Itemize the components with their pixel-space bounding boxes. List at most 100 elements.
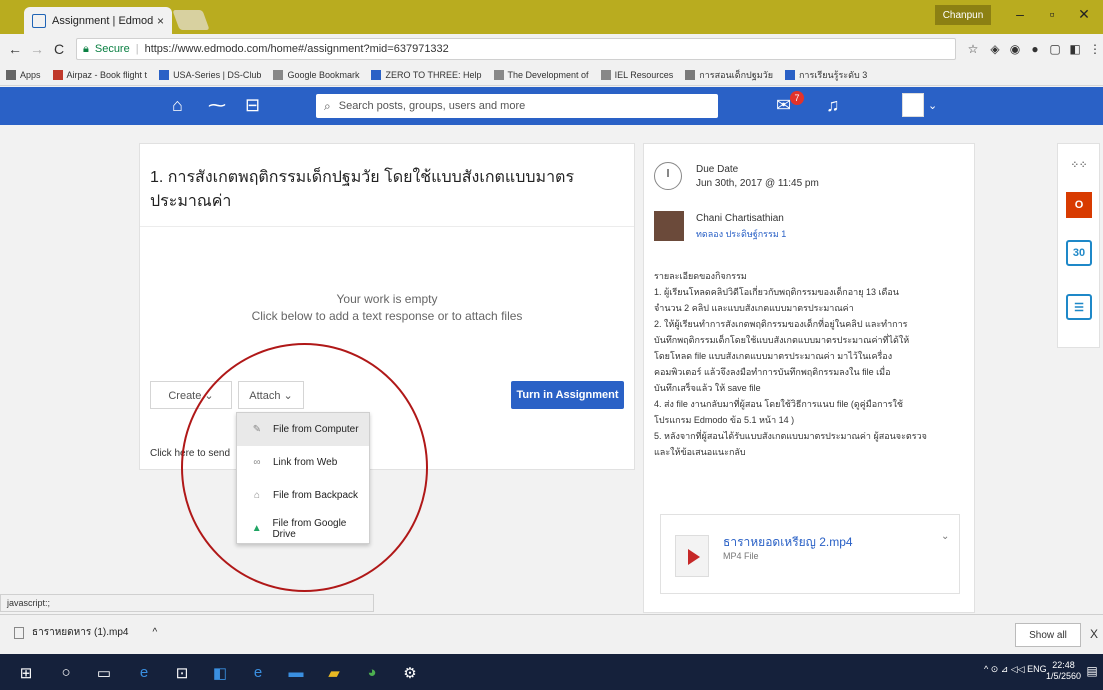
attach-menu-item[interactable]: ⌂ File from Backpack <box>237 479 369 512</box>
google-drive-icon: ▲ <box>251 523 262 534</box>
extension-icon[interactable]: ▢ <box>1048 42 1062 56</box>
attach-menu-item[interactable]: ▲ File from Google Drive <box>237 512 369 545</box>
bookmark-item[interactable]: USA-Series | DS-Club <box>159 69 261 80</box>
bookmark-item[interactable]: การสอนเด็กปฐมวัย <box>685 68 773 82</box>
bookmark-item[interactable]: The Development of <box>493 69 589 80</box>
office-icon[interactable]: O <box>1066 192 1092 218</box>
progress-icon[interactable]: ⁓ <box>208 95 226 116</box>
app-shortcuts: ⁘⁘ O 30 ☰ <box>1057 143 1100 348</box>
paperclip-icon: ✎ <box>252 424 262 435</box>
store-icon[interactable]: ⊡ <box>172 664 192 682</box>
show-all-button[interactable]: Show all <box>1015 623 1081 647</box>
tab-title: Assignment | Edmodo <box>52 14 153 27</box>
bookmark-favicon-icon <box>371 69 382 80</box>
notifications-icon[interactable]: ▤ <box>1082 664 1102 678</box>
bookmark-item[interactable]: การเรียนรู้ระดับ 3 <box>784 68 868 82</box>
close-downloads-icon[interactable]: X <box>1090 627 1098 641</box>
attach-menu-item[interactable]: ✎ File from Computer <box>237 413 369 446</box>
lock-icon: 🔒︎ <box>83 42 89 55</box>
download-filename: ธาราหยดหาร (1).mp4 <box>32 627 129 638</box>
quiz-icon[interactable]: ☰ <box>1066 294 1092 320</box>
bookmark-apps[interactable]: Apps <box>6 69 41 80</box>
user-avatar[interactable] <box>902 93 924 117</box>
browser-tab[interactable]: Assignment | Edmodo × <box>24 7 172 34</box>
bookmark-item[interactable]: Google Bookmark <box>273 69 359 80</box>
teacher-name[interactable]: Chani Chartisathian <box>696 213 784 224</box>
chrome-menu-icon[interactable]: ⋮ <box>1088 42 1102 56</box>
task-view-icon[interactable]: ▭ <box>94 664 114 682</box>
assignment-details-card: Due Date Jun 30th, 2017 @ 11:45 pm Chani… <box>643 143 975 613</box>
description-line: 1. ผู้เรียนโหลดคลิปวิดีโอเกี่ยวกับพฤติกร… <box>654 287 899 297</box>
attach-menu-item[interactable]: ∞ Link from Web <box>237 446 369 479</box>
system-tray[interactable]: ^ ⊙ ⊿ ◁◁ ENG <box>984 664 1047 675</box>
attach-menu-label: Link from Web <box>273 457 338 468</box>
bookmark-label: การสอนเด็กปฐมวัย <box>699 69 773 80</box>
description-line: และให้ข้อเสนอแนะกลับ <box>654 447 746 457</box>
bookmark-item[interactable]: ZERO TO THREE: Help <box>371 69 482 80</box>
turn-in-button[interactable]: Turn in Assignment <box>511 381 624 409</box>
edmodo-favicon-icon <box>32 13 46 28</box>
home-icon[interactable]: ⌂ <box>172 95 183 116</box>
back-icon[interactable]: ← <box>4 41 26 57</box>
apps-grid-icon[interactable]: ⁘⁘ <box>1066 152 1092 178</box>
extension-icon[interactable]: ◧ <box>1068 42 1082 56</box>
messages-icon[interactable]: ✉ <box>776 95 791 116</box>
description-line: จำนวน 2 คลิป และแบบสังเกตแบบมาตรประมาณค่… <box>654 303 854 313</box>
profile-chip[interactable]: Chanpun <box>935 5 991 25</box>
new-tab-button[interactable] <box>172 10 210 30</box>
windows-start-icon[interactable]: ⊞ <box>16 664 36 682</box>
bookmark-label: การเรียนรู้ระดับ 3 <box>798 69 868 80</box>
reload-icon[interactable]: C <box>48 41 70 57</box>
chrome-icon[interactable]: ◕ <box>362 664 382 681</box>
description-line: บันทึกพฤติกรรมเด็กโดยใช้แบบสังเกตแบบมาตร… <box>654 335 910 345</box>
search-icon: ⌕ <box>324 98 331 113</box>
address-bar[interactable]: 🔒︎ Secure | https://www.edmodo.com/home#… <box>76 38 956 60</box>
time: 22:48 <box>1052 660 1075 670</box>
tab-close-icon[interactable]: × <box>157 14 164 28</box>
group-link[interactable]: ทดลอง ประดิษฐ์กรรม 1 <box>696 227 786 241</box>
taskbar-clock[interactable]: 22:48 1/5/2560 <box>1046 660 1081 682</box>
ie-icon[interactable]: e <box>248 664 268 681</box>
due-date-label: Due Date <box>696 164 739 175</box>
minimize-icon[interactable]: – <box>1008 6 1032 22</box>
attached-file-card[interactable]: ธาราหยอดเหรียญ 2.mp4 MP4 File ⌄ <box>660 514 960 594</box>
close-window-icon[interactable]: ✕ <box>1072 6 1096 23</box>
backpack-icon[interactable]: ⊟ <box>245 95 260 116</box>
clock-icon <box>654 162 682 190</box>
video-file-icon <box>675 535 709 577</box>
calendar-icon[interactable]: 30 <box>1066 240 1092 266</box>
maximize-icon[interactable]: ▫ <box>1040 6 1064 22</box>
apps-grid-icon <box>6 69 16 80</box>
bookmark-favicon-icon <box>784 69 795 80</box>
chevron-down-icon[interactable]: ⌄ <box>941 531 949 542</box>
forward-icon[interactable]: → <box>26 41 48 57</box>
file-type: MP4 File <box>723 551 759 561</box>
create-button[interactable]: Create ⌄ <box>150 381 232 409</box>
browser-toolbar: ← → C 🔒︎ Secure | https://www.edmodo.com… <box>0 34 1103 64</box>
mail-icon[interactable]: ▬ <box>286 664 306 681</box>
browser-tab-strip: Assignment | Edmodo × Chanpun – ▫ ✕ <box>0 0 1103 34</box>
extension-icon[interactable]: ● <box>1028 42 1042 56</box>
send-link[interactable]: Click here to send <box>150 448 230 459</box>
file-name[interactable]: ธาราหยอดเหรียญ 2.mp4 <box>723 533 853 552</box>
settings-icon[interactable]: ⚙ <box>400 664 420 682</box>
search-icon[interactable]: ○ <box>56 664 76 681</box>
attach-button[interactable]: Attach ⌄ <box>238 381 304 409</box>
pocket-extension-icon[interactable]: ◈ <box>988 42 1002 56</box>
chevron-up-icon[interactable]: ^ <box>152 627 157 638</box>
bookmark-favicon-icon <box>493 69 504 80</box>
bookmark-star-icon[interactable]: ☆ <box>966 42 980 56</box>
bell-icon[interactable]: ♫ <box>826 95 840 116</box>
edge-icon[interactable]: e <box>134 664 154 681</box>
description-line: โดยโหลด file แบบสังเกตแบบมาตรประมาณค่า ม… <box>654 351 893 361</box>
outlook-icon[interactable]: ◧ <box>210 664 230 682</box>
assignment-title: 1. การสังเกตพฤติกรรมเด็กปฐมวัย โดยใช้แบบ… <box>150 169 575 210</box>
file-explorer-icon[interactable]: ▰ <box>324 664 344 682</box>
bookmark-item[interactable]: IEL Resources <box>600 69 673 80</box>
chevron-down-icon[interactable]: ⌄ <box>928 99 937 112</box>
teacher-avatar[interactable] <box>654 211 684 241</box>
download-item[interactable]: ธาราหยดหาร (1).mp4 ^ <box>14 625 157 640</box>
bookmark-item[interactable]: Airpaz - Book flight t <box>52 69 147 80</box>
extension-icon[interactable]: ◉ <box>1008 42 1022 56</box>
search-box[interactable]: ⌕ Search posts, groups, users and more <box>316 94 718 118</box>
